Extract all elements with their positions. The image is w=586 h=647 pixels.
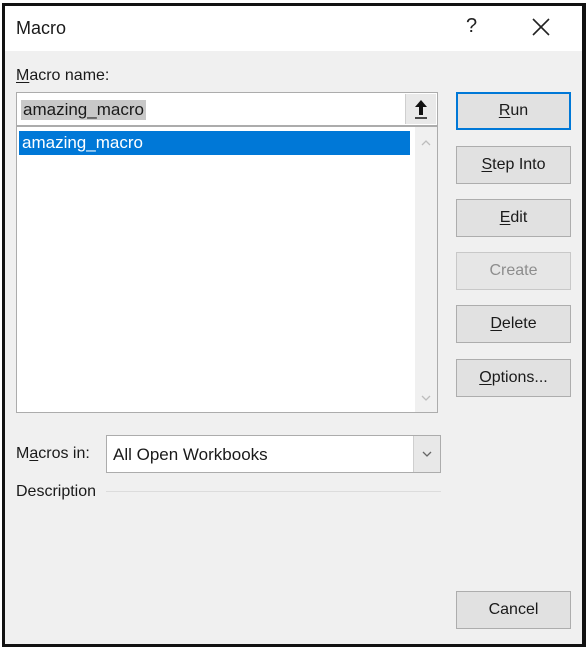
options-button[interactable]: Options... [456,359,571,397]
description-label: Description [16,483,97,500]
macro-name-input[interactable]: amazing_macro [16,92,438,126]
macro-list[interactable]: amazing_macro [16,126,438,413]
list-item[interactable]: amazing_macro [19,131,410,155]
arrow-up-icon [415,100,427,119]
question-mark-icon[interactable]: ? [466,15,477,38]
cancel-button[interactable]: Cancel [456,591,571,629]
dropdown-button[interactable] [413,436,440,472]
title-bar: Macro ? [5,6,582,51]
scrollbar[interactable] [415,127,437,412]
step-into-button[interactable]: Step Into [456,146,571,184]
run-button[interactable]: Run [456,92,571,130]
macros-in-select[interactable]: All Open Workbooks [106,435,441,473]
chevron-down-icon [422,451,432,457]
macro-name-value[interactable]: amazing_macro [21,100,146,120]
description-divider [106,491,441,492]
scroll-down-button[interactable] [415,388,437,408]
macro-name-label: Macro name: [16,67,110,84]
macros-in-label: Macros in: [16,445,90,462]
edit-button[interactable]: Edit [456,199,571,237]
create-button: Create [456,252,571,290]
close-icon[interactable] [530,16,552,38]
scroll-up-button[interactable] [415,133,437,153]
chevron-up-icon [421,140,431,146]
macros-in-value: All Open Workbooks [113,445,268,464]
chevron-down-icon [421,395,431,401]
collapse-button[interactable] [405,94,436,124]
dialog-title: Macro [16,18,67,38]
macro-dialog: Macro ? Macro name: amazing_macro amazin… [2,3,586,647]
delete-button[interactable]: Delete [456,305,571,343]
